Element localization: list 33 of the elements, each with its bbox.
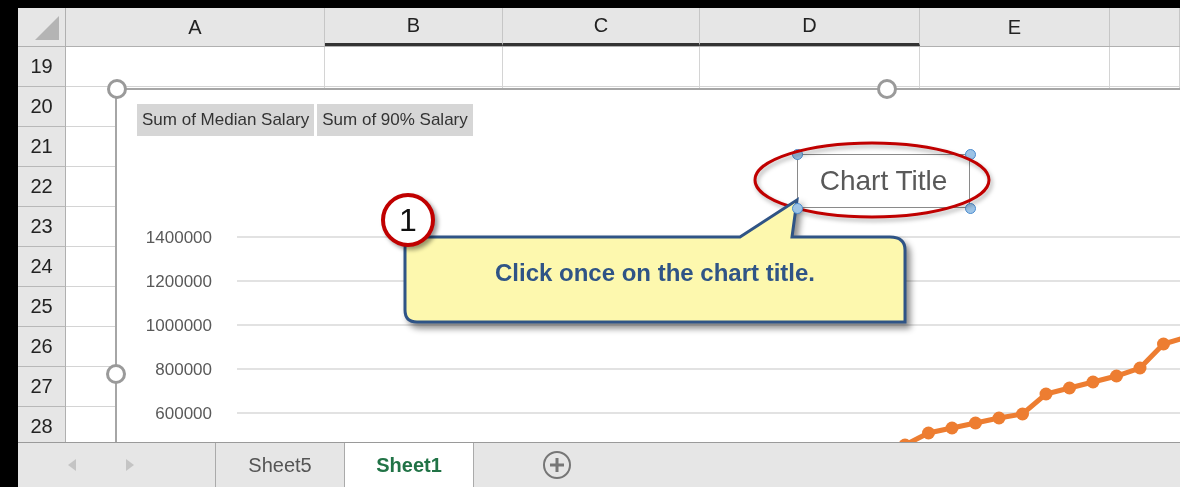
column-header[interactable]: E <box>920 8 1110 46</box>
add-sheet-icon[interactable] <box>542 450 572 480</box>
selection-handle[interactable] <box>792 149 803 160</box>
column-header[interactable]: C <box>503 8 700 46</box>
select-all-icon[interactable] <box>35 16 59 40</box>
scroll-right-icon[interactable] <box>126 459 134 471</box>
y-axis-label: 1200000 <box>145 272 212 291</box>
column-header[interactable]: A <box>66 8 325 46</box>
row-header[interactable]: 28 <box>18 407 66 442</box>
selection-handle[interactable] <box>965 149 976 160</box>
row-header[interactable]: 24 <box>18 247 66 287</box>
selection-handle[interactable] <box>792 203 803 214</box>
y-axis-label: 600000 <box>155 404 212 423</box>
callout-text: Click once on the chart title. <box>493 259 817 287</box>
field-button[interactable]: Sum of Median Salary <box>137 104 315 136</box>
y-axis-label: 1000000 <box>145 316 212 335</box>
selection-handle[interactable] <box>965 203 976 214</box>
row-header[interactable]: 27 <box>18 367 66 407</box>
column-header[interactable]: B <box>325 8 503 46</box>
sheet-tab[interactable]: Sheet1 <box>345 443 474 487</box>
scroll-left-icon[interactable] <box>68 459 76 471</box>
y-axis-label: 1400000 <box>145 228 212 247</box>
table-cell <box>1110 47 1180 87</box>
row-header[interactable]: 22 <box>18 167 66 207</box>
field-button[interactable]: Sum of 90% Salary <box>317 104 473 136</box>
row-header[interactable]: 20 <box>18 87 66 127</box>
row-header[interactable]: 26 <box>18 327 66 367</box>
column-header[interactable]: D <box>700 8 920 46</box>
row-header[interactable]: 21 <box>18 127 66 167</box>
y-axis-label: 800000 <box>155 360 212 379</box>
row-header[interactable]: 19 <box>18 47 66 87</box>
row-header[interactable]: 23 <box>18 207 66 247</box>
row-header[interactable]: 25 <box>18 287 66 327</box>
